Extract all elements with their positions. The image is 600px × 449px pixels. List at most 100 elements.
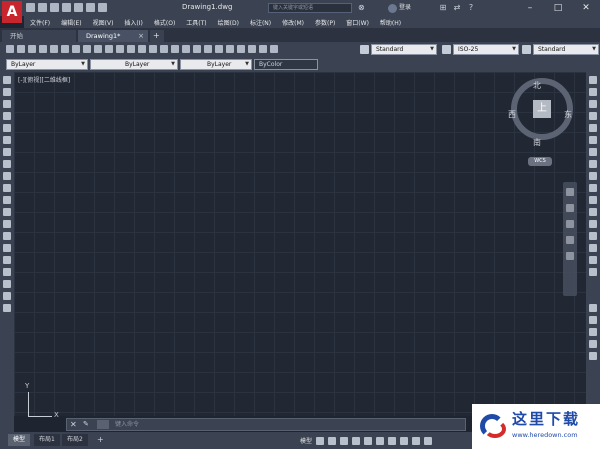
- annotation-scale-icon[interactable]: [400, 436, 409, 445]
- lineweight-select[interactable]: ByLayer ▼: [180, 59, 252, 70]
- menu-file[interactable]: 文件(F): [30, 18, 50, 27]
- erase-icon[interactable]: [589, 76, 597, 84]
- spline-icon[interactable]: [3, 172, 11, 180]
- save-icon[interactable]: [28, 45, 36, 53]
- ellipse-icon[interactable]: [3, 184, 11, 192]
- rotate-icon[interactable]: [589, 148, 597, 156]
- viewport-controls-label[interactable]: [-][俯视][二维线框]: [18, 75, 70, 84]
- menu-parametric[interactable]: 参数(P): [315, 18, 335, 27]
- wcs-menu-button[interactable]: WCS: [528, 157, 552, 166]
- insert-block-icon[interactable]: [3, 208, 11, 216]
- measure-icon[interactable]: [589, 340, 597, 348]
- viewcube-east[interactable]: 东: [564, 109, 572, 120]
- draw-order-icon[interactable]: [589, 304, 597, 312]
- object-snap-icon[interactable]: [376, 436, 385, 445]
- showmotion-icon[interactable]: [566, 252, 574, 260]
- save-as-icon[interactable]: [62, 3, 71, 12]
- tab-layout1[interactable]: 布局1: [34, 434, 60, 446]
- command-line[interactable]: ✕ ✎ 键入命令: [66, 418, 466, 431]
- quick-select-icon[interactable]: [589, 352, 597, 360]
- cart-icon[interactable]: ⊞: [438, 3, 448, 13]
- help-icon[interactable]: ?: [466, 3, 476, 13]
- close-icon[interactable]: ✕: [572, 0, 600, 16]
- fillet-icon[interactable]: [589, 244, 597, 252]
- zoom-window-icon[interactable]: [182, 45, 190, 53]
- tab-model[interactable]: 模型: [8, 434, 31, 446]
- print-icon[interactable]: [39, 45, 47, 53]
- redo-icon[interactable]: [98, 3, 107, 12]
- block-editor-icon[interactable]: [127, 45, 135, 53]
- join-icon[interactable]: [589, 220, 597, 228]
- pan-icon[interactable]: [160, 45, 168, 53]
- open-icon[interactable]: [17, 45, 25, 53]
- pan-icon[interactable]: [566, 204, 574, 212]
- plot-preview-icon[interactable]: [50, 45, 58, 53]
- copy-object-icon[interactable]: [589, 88, 597, 96]
- polar-icon[interactable]: [352, 436, 361, 445]
- sheet-set-icon[interactable]: [237, 45, 245, 53]
- gradient-icon[interactable]: [3, 256, 11, 264]
- steering-wheel-icon[interactable]: [566, 188, 574, 196]
- close-icon[interactable]: ✕: [70, 419, 77, 430]
- save-icon[interactable]: [50, 3, 59, 12]
- tab-layout2[interactable]: 布局2: [62, 434, 88, 446]
- multiline-text-icon[interactable]: [3, 292, 11, 300]
- new-tab-button[interactable]: +: [150, 30, 164, 42]
- region-icon[interactable]: [3, 268, 11, 276]
- tool-palettes-icon[interactable]: [226, 45, 234, 53]
- tab-start[interactable]: 开始: [2, 30, 76, 42]
- zoom-previous-icon[interactable]: [193, 45, 201, 53]
- add-selected-icon[interactable]: [3, 304, 11, 312]
- snap-icon[interactable]: [328, 436, 337, 445]
- stretch-icon[interactable]: [589, 172, 597, 180]
- circle-icon[interactable]: [3, 148, 11, 156]
- menu-draw[interactable]: 绘图(D): [218, 18, 239, 27]
- match-properties-icon[interactable]: [116, 45, 124, 53]
- layer-color-select[interactable]: ByLayer ▼: [6, 59, 88, 70]
- 3d-print-icon[interactable]: [72, 45, 80, 53]
- menu-edit[interactable]: 编辑(E): [61, 18, 81, 27]
- trim-icon[interactable]: [589, 184, 597, 192]
- revision-cloud-icon[interactable]: [3, 160, 11, 168]
- menu-help[interactable]: 帮助(H): [380, 18, 401, 27]
- exchange-icon[interactable]: ⇄: [452, 3, 462, 13]
- polygon-icon[interactable]: [3, 112, 11, 120]
- zoom-realtime-icon[interactable]: [171, 45, 179, 53]
- offset-icon[interactable]: [589, 112, 597, 120]
- ellipse-arc-icon[interactable]: [3, 196, 11, 204]
- undo-icon[interactable]: [86, 3, 95, 12]
- group-icon[interactable]: [589, 316, 597, 324]
- rectangle-icon[interactable]: [3, 124, 11, 132]
- array-icon[interactable]: [589, 124, 597, 132]
- hatch-icon[interactable]: [3, 244, 11, 252]
- signin-button[interactable]: 登录: [388, 3, 411, 13]
- customize-icon[interactable]: ✎: [83, 419, 89, 430]
- table-style-select[interactable]: Standard ▼: [533, 44, 599, 55]
- app-logo-button[interactable]: A: [2, 1, 22, 23]
- polyline-icon[interactable]: [3, 100, 11, 108]
- point-icon[interactable]: [3, 232, 11, 240]
- undo-icon[interactable]: [138, 45, 146, 53]
- orbit-icon[interactable]: [566, 236, 574, 244]
- plot-style-select[interactable]: ByColor: [254, 59, 318, 70]
- print-icon[interactable]: [74, 3, 83, 12]
- tab-drawing1[interactable]: Drawing1* ×: [78, 30, 148, 42]
- lineweight-icon[interactable]: [388, 436, 397, 445]
- menu-view[interactable]: 视图(V): [93, 18, 114, 27]
- markup-icon[interactable]: [248, 45, 256, 53]
- chamfer-icon[interactable]: [589, 232, 597, 240]
- layer-icon[interactable]: [589, 268, 597, 276]
- viewcube-west[interactable]: 西: [508, 109, 516, 120]
- dim-style-select[interactable]: ISO-25 ▼: [453, 44, 519, 55]
- ungroup-icon[interactable]: [589, 328, 597, 336]
- search-input[interactable]: 键入关键字或短语: [268, 3, 352, 13]
- line-icon[interactable]: [3, 76, 11, 84]
- grid-icon[interactable]: [316, 436, 325, 445]
- menu-dimension[interactable]: 标注(N): [250, 18, 271, 27]
- command-input[interactable]: 键入命令: [115, 419, 139, 430]
- table-icon[interactable]: [3, 280, 11, 288]
- redo-icon[interactable]: [149, 45, 157, 53]
- minimize-icon[interactable]: –: [516, 0, 544, 16]
- maximize-icon[interactable]: □: [544, 0, 572, 16]
- menu-modify[interactable]: 修改(M): [282, 18, 304, 27]
